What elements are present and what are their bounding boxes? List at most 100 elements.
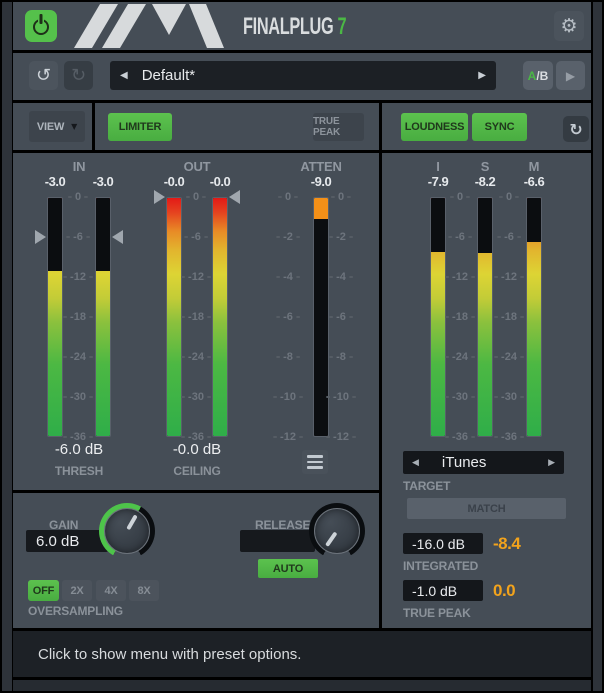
target-label: TARGET: [403, 479, 450, 493]
meter-panel: IN -3.0 -3.0 0-6-12-18-24-30-36 -6.0 dB …: [13, 153, 379, 490]
brand-logo: [73, 4, 225, 48]
oversampling-label: OVERSAMPLING: [28, 604, 123, 618]
thresh-marker-right[interactable]: [112, 230, 123, 244]
undo-button[interactable]: ↺: [29, 61, 58, 90]
in-section-label: IN: [37, 159, 121, 174]
ceiling-value[interactable]: -0.0 dB: [131, 441, 263, 458]
oversampling-8x-button[interactable]: 8X: [129, 580, 159, 601]
integrated-label: INTEGRATED: [403, 559, 478, 573]
ab-a-label: A: [528, 69, 537, 83]
loudness-label: LOUDNESS: [405, 121, 465, 133]
in-meter-right: [95, 197, 111, 437]
redo-icon: ↻: [71, 65, 86, 86]
chevron-down-icon: ▼: [71, 122, 77, 131]
oversampling-4x-button[interactable]: 4X: [96, 580, 126, 601]
sm-meter-scale: 0-6-12-18-24-30-36: [492, 197, 526, 437]
view-menu-button[interactable]: VIEW ▼: [29, 111, 85, 142]
in-peak-left: -3.0: [37, 174, 73, 189]
target-prev-icon[interactable]: ◀: [412, 458, 419, 468]
true-peak-label: TRUE PEAK: [403, 606, 471, 620]
ceiling-marker-left[interactable]: [154, 190, 165, 204]
redo-button[interactable]: ↻: [64, 61, 93, 90]
integrated-target-field[interactable]: -16.0 dB: [403, 533, 483, 554]
settings-button[interactable]: ⚙: [554, 11, 584, 41]
true-peak-readout: 0.0: [493, 581, 515, 601]
dynamics-panel: GAIN 6.0 dB RELEASE AUTO OFF 2X 4X 8X OV…: [13, 493, 379, 628]
refresh-icon: ↻: [569, 120, 582, 139]
limiter-cell: LIMITER TRUE PEAK: [95, 103, 379, 150]
ceiling-label: CEILING: [131, 464, 263, 478]
ab-compare-button[interactable]: A/B: [523, 61, 553, 90]
reset-meters-button[interactable]: ↻: [563, 116, 589, 142]
s-meter: [477, 197, 493, 437]
out-peak-left: -0.0: [156, 174, 192, 189]
play-icon: ▶: [566, 69, 575, 83]
sync-toggle[interactable]: SYNC: [472, 113, 527, 141]
meter-menu-button[interactable]: [302, 450, 328, 474]
in-peak-right: -3.0: [85, 174, 121, 189]
release-field[interactable]: [240, 530, 315, 552]
oversampling-off-button[interactable]: OFF: [28, 580, 59, 601]
preset-next-icon[interactable]: ▶: [478, 70, 486, 81]
status-bar[interactable]: Click to show menu with preset options.: [13, 631, 591, 677]
left-frame-strip: [2, 2, 12, 691]
shortterm-meter-label: S: [467, 159, 503, 174]
gear-icon: ⚙: [560, 15, 577, 37]
m-meter: [526, 197, 542, 437]
target-selector[interactable]: ◀ iTunes ▶: [403, 451, 564, 474]
loudness-panel: I S M -7.9 -8.2 -6.6 0-6-12-18-24-30-36 …: [382, 153, 591, 628]
match-button[interactable]: MATCH: [407, 498, 566, 519]
thresh-value[interactable]: -6.0 dB: [13, 441, 145, 458]
atten-peak: -9.0: [303, 174, 339, 189]
preset-bar: ↺ ↻ ◀ Default* ▶ A/B ▶: [13, 53, 591, 100]
integrated-meter-label: I: [420, 159, 456, 174]
thresh-label: THRESH: [13, 464, 145, 478]
out-section-label: OUT: [156, 159, 238, 174]
bottom-strip: [13, 680, 591, 691]
true-peak-label: TRUE PEAK: [313, 116, 364, 138]
atten-section-label: ATTEN: [291, 159, 351, 174]
atten-scale-left: 0-2-4-6-8-10-12: [271, 197, 305, 437]
out-meter-scale: 0-6-12-18-24-30-36: [179, 197, 213, 437]
i-peak: -7.9: [420, 174, 456, 189]
atten-scale-right: 0-2-4-6-8-10-12: [324, 197, 358, 437]
preset-selector[interactable]: ◀ Default* ▶: [110, 61, 496, 90]
sync-label: SYNC: [485, 121, 515, 133]
right-frame-strip: [593, 2, 602, 691]
release-auto-toggle[interactable]: AUTO: [258, 559, 318, 578]
power-button[interactable]: [25, 10, 57, 42]
target-next-icon[interactable]: ▶: [548, 458, 555, 468]
true-peak-target-field[interactable]: -1.0 dB: [403, 580, 483, 601]
out-peak-right: -0.0: [202, 174, 238, 189]
out-meter-right: [212, 197, 228, 437]
match-label: MATCH: [468, 503, 506, 515]
preset-play-button[interactable]: ▶: [556, 61, 585, 90]
true-peak-toggle[interactable]: TRUE PEAK: [313, 113, 364, 141]
power-icon: [33, 19, 49, 35]
preset-prev-icon[interactable]: ◀: [120, 70, 128, 81]
m-peak: -6.6: [516, 174, 552, 189]
ab-b-label: /B: [536, 69, 548, 83]
status-text: Click to show menu with preset options.: [38, 646, 301, 663]
plugin-title: FINALPLUG 7: [243, 13, 346, 41]
preset-name: Default*: [142, 67, 195, 84]
gain-field[interactable]: 6.0 dB: [26, 530, 108, 552]
finalplug-window: FINALPLUG 7 ⚙ ↺ ↻ ◀ Default* ▶ A/B ▶ VIE…: [0, 0, 604, 693]
view-label: VIEW: [37, 121, 64, 133]
momentary-meter-label: M: [516, 159, 552, 174]
integrated-readout: -8.4: [493, 534, 520, 554]
oversampling-2x-button[interactable]: 2X: [62, 580, 92, 601]
s-peak: -8.2: [467, 174, 503, 189]
header-bar: FINALPLUG 7 ⚙: [13, 2, 591, 50]
loudness-toggle[interactable]: LOUDNESS: [401, 113, 468, 141]
view-cell: VIEW ▼: [13, 103, 92, 150]
target-value: iTunes: [442, 454, 486, 471]
undo-icon: ↺: [36, 65, 51, 86]
limiter-toggle[interactable]: LIMITER: [108, 113, 172, 141]
gain-knob[interactable]: [99, 503, 155, 559]
release-knob[interactable]: [309, 503, 365, 559]
plugin-version: 7: [338, 13, 347, 40]
in-meter-scale: 0-6-12-18-24-30-36: [61, 197, 95, 437]
thresh-marker-left[interactable]: [35, 230, 46, 244]
ceiling-marker-right[interactable]: [229, 190, 240, 204]
